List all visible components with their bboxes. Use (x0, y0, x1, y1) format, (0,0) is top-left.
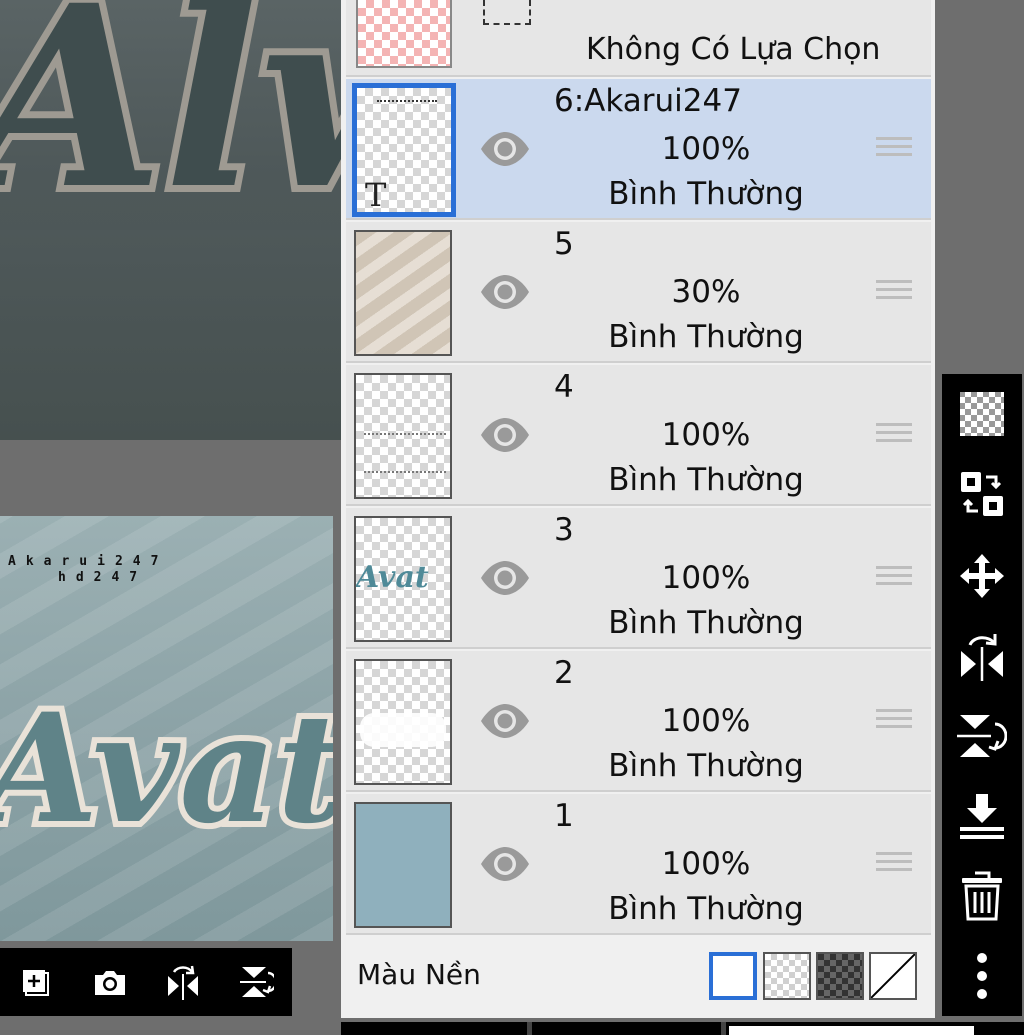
background-color-bar: Màu Nền (341, 940, 935, 1018)
thumb-text-preview (377, 100, 437, 108)
layer-thumbnail (354, 659, 452, 785)
visibility-eye-icon[interactable] (479, 129, 531, 169)
visibility-eye-icon[interactable] (479, 415, 531, 455)
camera-icon (94, 971, 125, 995)
merge-down-icon (960, 794, 1004, 839)
artwork-text: Alw (0, 0, 343, 230)
layer-name: 1 (554, 798, 574, 834)
layer-opacity: 100% (661, 846, 751, 882)
drag-handle-icon[interactable] (876, 566, 912, 592)
background-color-label: Màu Nền (357, 958, 481, 991)
thumb-outline-preview (364, 433, 446, 473)
layer-row-5[interactable]: 5 30% Bình Thường (346, 222, 931, 363)
flip-horizontal-layer-button[interactable] (956, 630, 1008, 682)
more-options-button[interactable] (956, 950, 1008, 1002)
preview-lettering: Avat (0, 675, 333, 863)
watermark-line-1: Akarui247 (8, 554, 169, 569)
layer-thumbnail (354, 802, 452, 928)
bottom-toolbar-edge (341, 1022, 1024, 1035)
thumb-lettering: Avat (356, 560, 429, 595)
camera-button[interactable] (88, 960, 132, 1004)
canvas-shadow-band (0, 230, 343, 440)
layer-blend-mode: Bình Thường (608, 462, 804, 498)
move-button[interactable] (956, 550, 1008, 602)
layer-tool-strip (942, 374, 1022, 1016)
visibility-eye-icon[interactable] (479, 272, 531, 312)
visibility-eye-icon[interactable] (479, 701, 531, 741)
trash-icon (962, 871, 1002, 921)
more-vertical-icon (977, 953, 987, 999)
flip-horizontal-icon (961, 634, 1003, 681)
flip-vertical-icon (957, 715, 1007, 757)
layer-opacity: 100% (661, 417, 751, 453)
artwork-lettering: Alw (0, 0, 343, 230)
layer-thumbnail: T (352, 83, 456, 217)
selection-marquee-icon (483, 0, 531, 25)
divider (721, 1022, 726, 1035)
layer-row-2[interactable]: 2 100% Bình Thường (346, 651, 931, 792)
divider (527, 1022, 532, 1035)
layer-blend-mode: Bình Thường (608, 605, 804, 641)
flip-vertical-button[interactable] (234, 960, 278, 1004)
layer-row-6[interactable]: T 6:Akarui247 100% Bình Thường (346, 79, 931, 220)
selection-status-label: Không Có Lựa Chọn (586, 32, 881, 67)
background-white-option[interactable] (709, 952, 757, 1000)
layer-opacity: 100% (661, 560, 751, 596)
no-background-slash-icon (870, 953, 916, 999)
flip-horizontal-button[interactable] (161, 960, 205, 1004)
selection-thumbnail (356, 0, 452, 68)
visibility-eye-icon[interactable] (479, 558, 531, 598)
layer-name: 3 (554, 512, 574, 548)
thumb-white-shape (360, 713, 446, 747)
flip-vertical-layer-button[interactable] (956, 710, 1008, 762)
layer-opacity: 30% (671, 274, 741, 310)
flip-horizontal-icon (167, 965, 198, 1000)
layer-panel: Không Có Lựa Chọn T 6:Akarui247 100% Bìn… (341, 0, 935, 1018)
delete-layer-button[interactable] (956, 870, 1008, 922)
layer-blend-mode: Bình Thường (608, 319, 804, 355)
background-transparent-option[interactable] (763, 952, 811, 1000)
drag-handle-icon[interactable] (876, 709, 912, 735)
merge-down-button[interactable] (956, 790, 1008, 842)
drag-handle-icon[interactable] (876, 423, 912, 449)
canvas-preview[interactable]: Akarui247 hd247 Avat (0, 516, 333, 941)
preview-artwork-text: Avat (0, 681, 333, 857)
layer-name: 5 (554, 226, 574, 262)
add-layer-icon (22, 970, 49, 996)
swap-layers-button[interactable] (956, 468, 1008, 520)
layer-blend-mode: Bình Thường (608, 176, 804, 212)
layer-opacity: 100% (661, 703, 751, 739)
canvas-toolbar (0, 948, 292, 1016)
watermark-line-2: hd247 (58, 570, 148, 585)
add-layer-button[interactable] (15, 960, 59, 1004)
move-icon (960, 554, 1004, 598)
swap-layers-icon (961, 472, 1003, 516)
transparency-icon (960, 392, 1004, 436)
layer-thumbnail: Avat (354, 516, 452, 642)
drag-handle-icon[interactable] (876, 280, 912, 306)
layer-row-3[interactable]: Avat 3 100% Bình Thường (346, 508, 931, 649)
drag-handle-icon[interactable] (876, 852, 912, 878)
text-layer-glyph: T (365, 176, 387, 214)
layer-opacity: 100% (661, 131, 751, 167)
layer-row-1[interactable]: 1 100% Bình Thường (346, 794, 931, 935)
layer-thumbnail (354, 230, 452, 356)
layer-name: 2 (554, 655, 574, 691)
transparency-button[interactable] (956, 388, 1008, 440)
layer-name: 4 (554, 369, 574, 405)
flip-vertical-icon (239, 967, 274, 997)
visibility-eye-icon[interactable] (479, 844, 531, 884)
selection-layer-row[interactable]: Không Có Lựa Chọn (346, 0, 931, 77)
layer-blend-mode: Bình Thường (608, 891, 804, 927)
canvas-zoom-view[interactable]: Alw (0, 0, 343, 440)
drag-handle-icon[interactable] (876, 137, 912, 163)
bottom-input-edge[interactable] (729, 1026, 974, 1035)
layer-blend-mode: Bình Thường (608, 748, 804, 784)
background-dark-checker-option[interactable] (816, 952, 864, 1000)
layer-thumbnail (354, 373, 452, 499)
layer-name: 6:Akarui247 (554, 83, 742, 119)
background-none-option[interactable] (869, 952, 917, 1000)
layer-row-4[interactable]: 4 100% Bình Thường (346, 365, 931, 506)
